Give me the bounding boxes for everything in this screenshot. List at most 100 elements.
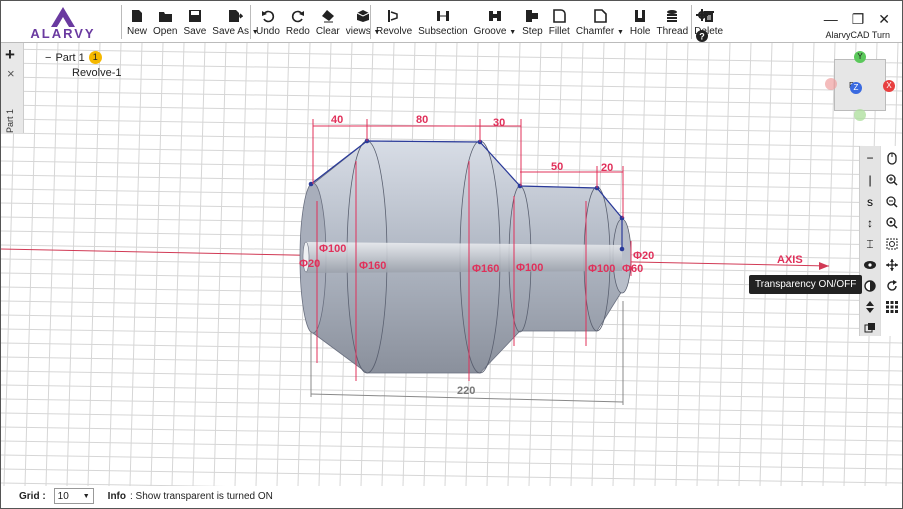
tree-item-revolve[interactable]: Revolve-1 — [72, 67, 122, 79]
new-button[interactable]: New — [124, 5, 150, 39]
redo-button[interactable]: Redo — [283, 5, 313, 39]
eraser-icon — [320, 8, 336, 24]
new-file-icon — [129, 8, 145, 24]
3d-viewport[interactable]: AXIS 40 80 30 50 20 Φ100 Φ20 Φ160 Φ160 Φ… — [1, 43, 902, 486]
axis-label: AXIS — [777, 254, 803, 266]
minimize-button[interactable]: — — [824, 11, 838, 28]
dim-50: 50 — [551, 161, 563, 173]
cube-icon — [355, 8, 371, 24]
axis-arrow — [819, 262, 829, 270]
chamfer-button[interactable]: Chamfer ▼ — [573, 5, 627, 39]
view-toolbar: − | s ↕ ⌶ — [859, 146, 902, 338]
hole-icon — [632, 8, 648, 24]
window-controls: — ❐ ✕ — [824, 11, 890, 28]
dim-20: 20 — [601, 162, 613, 174]
zoom-out-icon[interactable] — [882, 192, 902, 212]
dim-80: 80 — [416, 114, 428, 126]
axis-neg-x-handle[interactable] — [825, 78, 837, 90]
sort-icon[interactable] — [860, 297, 880, 317]
settings-group: ? — [696, 8, 708, 47]
close-button[interactable]: ✕ — [878, 11, 890, 28]
transparency-toggle-icon[interactable] — [860, 276, 880, 296]
view-option-3[interactable]: s — [860, 192, 880, 212]
dim-dia-3: Φ160 — [359, 260, 386, 272]
undo-button[interactable]: Undo — [253, 5, 283, 39]
document-tabs: + × Part 1 — [1, 43, 24, 133]
edit-group: Undo Redo Clear views ▼ — [253, 5, 383, 39]
chevron-down-icon: ▼ — [616, 29, 624, 36]
tree-root[interactable]: − Part 1 1 — [45, 51, 102, 64]
fillet-button[interactable]: Fillet — [546, 5, 573, 39]
chamfer-icon — [592, 8, 608, 24]
revolve-button[interactable]: Revolve — [373, 5, 415, 39]
hole-button[interactable]: Hole — [627, 5, 654, 39]
groove-button[interactable]: Groove ▼ — [471, 5, 520, 39]
gear-icon[interactable] — [696, 8, 708, 26]
open-button[interactable]: Open — [150, 5, 180, 39]
axis-z-handle[interactable]: Z — [850, 82, 862, 94]
subsection-icon — [435, 8, 451, 24]
zoom-fit-icon[interactable] — [882, 213, 902, 233]
app-title: AlarvyCAD Turn — [825, 30, 890, 40]
zoom-window-icon[interactable] — [882, 234, 902, 254]
info-text: : Show transparent is turned ON — [130, 490, 273, 502]
close-tab-button[interactable]: × — [7, 66, 15, 81]
undo-icon — [260, 8, 276, 24]
dim-dia-4: Φ160 — [472, 263, 499, 275]
view-option-1[interactable]: − — [860, 148, 880, 168]
open-folder-icon — [157, 8, 173, 24]
step-button[interactable]: Step — [519, 5, 546, 39]
clear-button[interactable]: Clear — [313, 5, 343, 39]
svg-text:?: ? — [699, 32, 705, 42]
help-icon[interactable]: ? — [696, 29, 708, 47]
view-option-2[interactable]: | — [860, 170, 880, 190]
axis-x-handle[interactable]: X — [883, 80, 895, 92]
tree-collapse-toggle[interactable]: − — [45, 52, 51, 64]
thread-button[interactable]: Thread — [654, 5, 692, 39]
thread-icon — [664, 8, 680, 24]
subsection-button[interactable]: Subsection — [415, 5, 470, 39]
file-group: New Open Save Save As ▼ — [124, 5, 262, 39]
dim-overall: 220 — [457, 385, 475, 397]
tab-part-1[interactable]: Part 1 — [4, 93, 20, 137]
save-button[interactable]: Save — [180, 5, 209, 39]
dim-dia-7: Φ20 — [633, 250, 654, 262]
grid-label: Grid : — [19, 490, 46, 502]
fillet-icon — [551, 8, 567, 24]
svg-text:ALARVY: ALARVY — [30, 26, 95, 39]
main-toolbar: ALARVY New Open Save Save As ▼ Undo Redo… — [1, 1, 902, 43]
app-window: AXIS 40 80 30 50 20 Φ100 Φ20 Φ160 Φ160 Φ… — [0, 0, 903, 509]
rotate-icon[interactable] — [882, 276, 902, 296]
view-option-5[interactable]: ⌶ — [860, 234, 880, 254]
tooltip: Transparency ON/OFF — [749, 275, 863, 294]
tree-root-label: Part 1 — [55, 51, 85, 64]
grid-size-select[interactable]: 10 ▼ — [53, 488, 94, 504]
section-view-icon[interactable] — [860, 318, 880, 338]
eye-icon[interactable] — [860, 255, 880, 275]
dim-dia-5: Φ100 — [516, 262, 543, 274]
zoom-in-icon[interactable] — [882, 170, 902, 190]
alarvy-logo: ALARVY — [7, 5, 119, 41]
revolve-icon — [386, 8, 402, 24]
redo-icon — [290, 8, 306, 24]
dim-dia-8: Φ60 — [622, 263, 643, 275]
dim-dia-6: Φ100 — [588, 263, 615, 275]
info-label: Info — [107, 490, 126, 502]
maximize-button[interactable]: ❐ — [852, 11, 865, 28]
axis-y-handle[interactable]: Y — [854, 51, 866, 63]
mouse-icon[interactable] — [882, 148, 902, 168]
grid-toggle-icon[interactable] — [882, 297, 902, 317]
operations-group: Revolve Subsection Groove ▼ Step Fillet … — [373, 5, 726, 39]
axis-neg-y-handle[interactable] — [854, 109, 866, 121]
dim-40: 40 — [331, 114, 343, 126]
pan-icon[interactable] — [882, 255, 902, 275]
dim-dia-2: Φ20 — [299, 258, 320, 270]
add-part-button[interactable]: + — [5, 45, 15, 65]
save-as-icon — [227, 8, 243, 24]
view-option-4[interactable]: ↕ — [860, 213, 880, 233]
count-badge: 1 — [88, 51, 102, 64]
status-bar: Grid : 10 ▼ Info : Show transparent is tu… — [19, 488, 273, 504]
dim-dia-1: Φ100 — [319, 243, 346, 255]
chevron-down-icon: ▼ — [82, 492, 90, 500]
chevron-down-icon: ▼ — [509, 29, 517, 36]
